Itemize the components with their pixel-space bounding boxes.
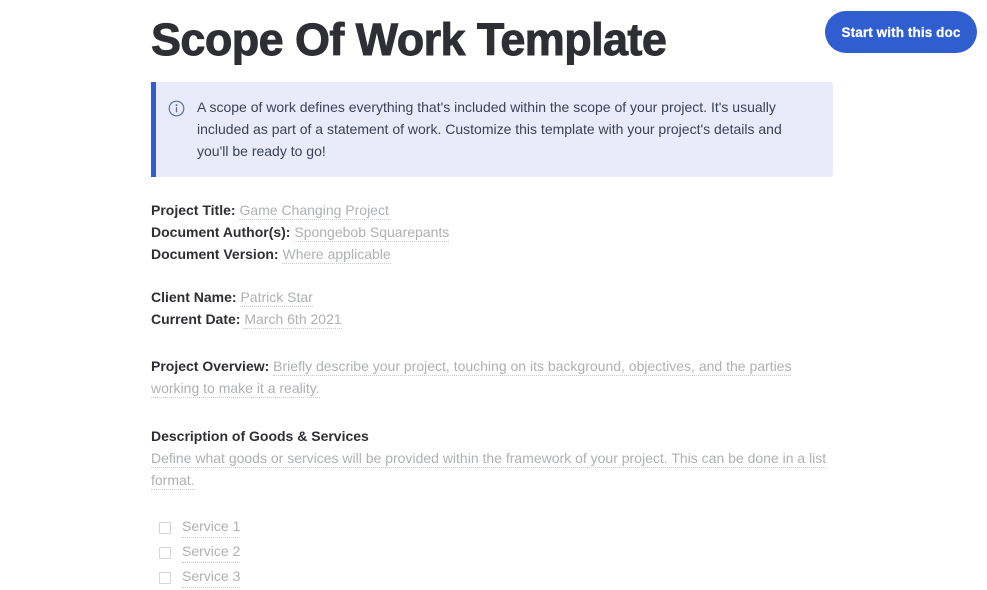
goods-services-description: Define what goods or services will be pr… bbox=[151, 447, 833, 491]
services-checklist: Service 1 Service 2 Service 3 bbox=[151, 515, 833, 590]
checkbox-icon[interactable] bbox=[159, 546, 171, 559]
document-info-group: Project Title: Game Changing Project Doc… bbox=[151, 199, 833, 265]
project-overview-label: Project Overview: bbox=[151, 358, 270, 374]
project-title-row: Project Title: Game Changing Project bbox=[151, 199, 833, 221]
template-page: Scope Of Work Template Start with this d… bbox=[0, 0, 987, 588]
client-name-label: Client Name: bbox=[151, 289, 237, 305]
list-item-label[interactable]: Service 1 bbox=[182, 517, 241, 538]
info-callout-text: A scope of work defines everything that'… bbox=[197, 99, 782, 159]
project-overview-group: Project Overview: Briefly describe your … bbox=[151, 355, 833, 399]
document-body: A scope of work defines everything that'… bbox=[151, 82, 833, 590]
goods-services-value[interactable]: Define what goods or services will be pr… bbox=[151, 450, 827, 490]
checkbox-icon[interactable] bbox=[159, 521, 171, 534]
list-item-label[interactable]: Service 2 bbox=[182, 542, 241, 563]
current-date-value[interactable]: March 6th 2021 bbox=[244, 311, 342, 329]
client-info-group: Client Name: Patrick Star Current Date: … bbox=[151, 286, 833, 330]
document-author-row: Document Author(s): Spongebob Squarepant… bbox=[151, 221, 833, 243]
current-date-label: Current Date: bbox=[151, 311, 241, 327]
project-title-value[interactable]: Game Changing Project bbox=[239, 202, 389, 220]
document-author-value[interactable]: Spongebob Squarepants bbox=[294, 224, 450, 242]
goods-services-heading: Description of Goods & Services bbox=[151, 428, 369, 444]
list-item: Service 1 bbox=[151, 515, 833, 540]
info-callout: A scope of work defines everything that'… bbox=[151, 82, 833, 177]
list-item: Service 3 bbox=[151, 565, 833, 590]
project-title-label: Project Title: bbox=[151, 202, 236, 218]
client-name-row: Client Name: Patrick Star bbox=[151, 286, 833, 308]
info-circle-icon bbox=[168, 100, 185, 117]
client-name-value[interactable]: Patrick Star bbox=[240, 289, 313, 307]
document-version-label: Document Version: bbox=[151, 246, 279, 262]
document-version-row: Document Version: Where applicable bbox=[151, 243, 833, 265]
checkbox-icon[interactable] bbox=[159, 571, 171, 584]
list-item: Service 2 bbox=[151, 540, 833, 565]
current-date-row: Current Date: March 6th 2021 bbox=[151, 308, 833, 330]
document-version-value[interactable]: Where applicable bbox=[282, 246, 391, 264]
page-title: Scope Of Work Template bbox=[151, 14, 668, 66]
list-item-label[interactable]: Service 3 bbox=[182, 567, 241, 588]
document-author-label: Document Author(s): bbox=[151, 224, 291, 240]
start-with-this-doc-button[interactable]: Start with this doc bbox=[825, 11, 977, 53]
